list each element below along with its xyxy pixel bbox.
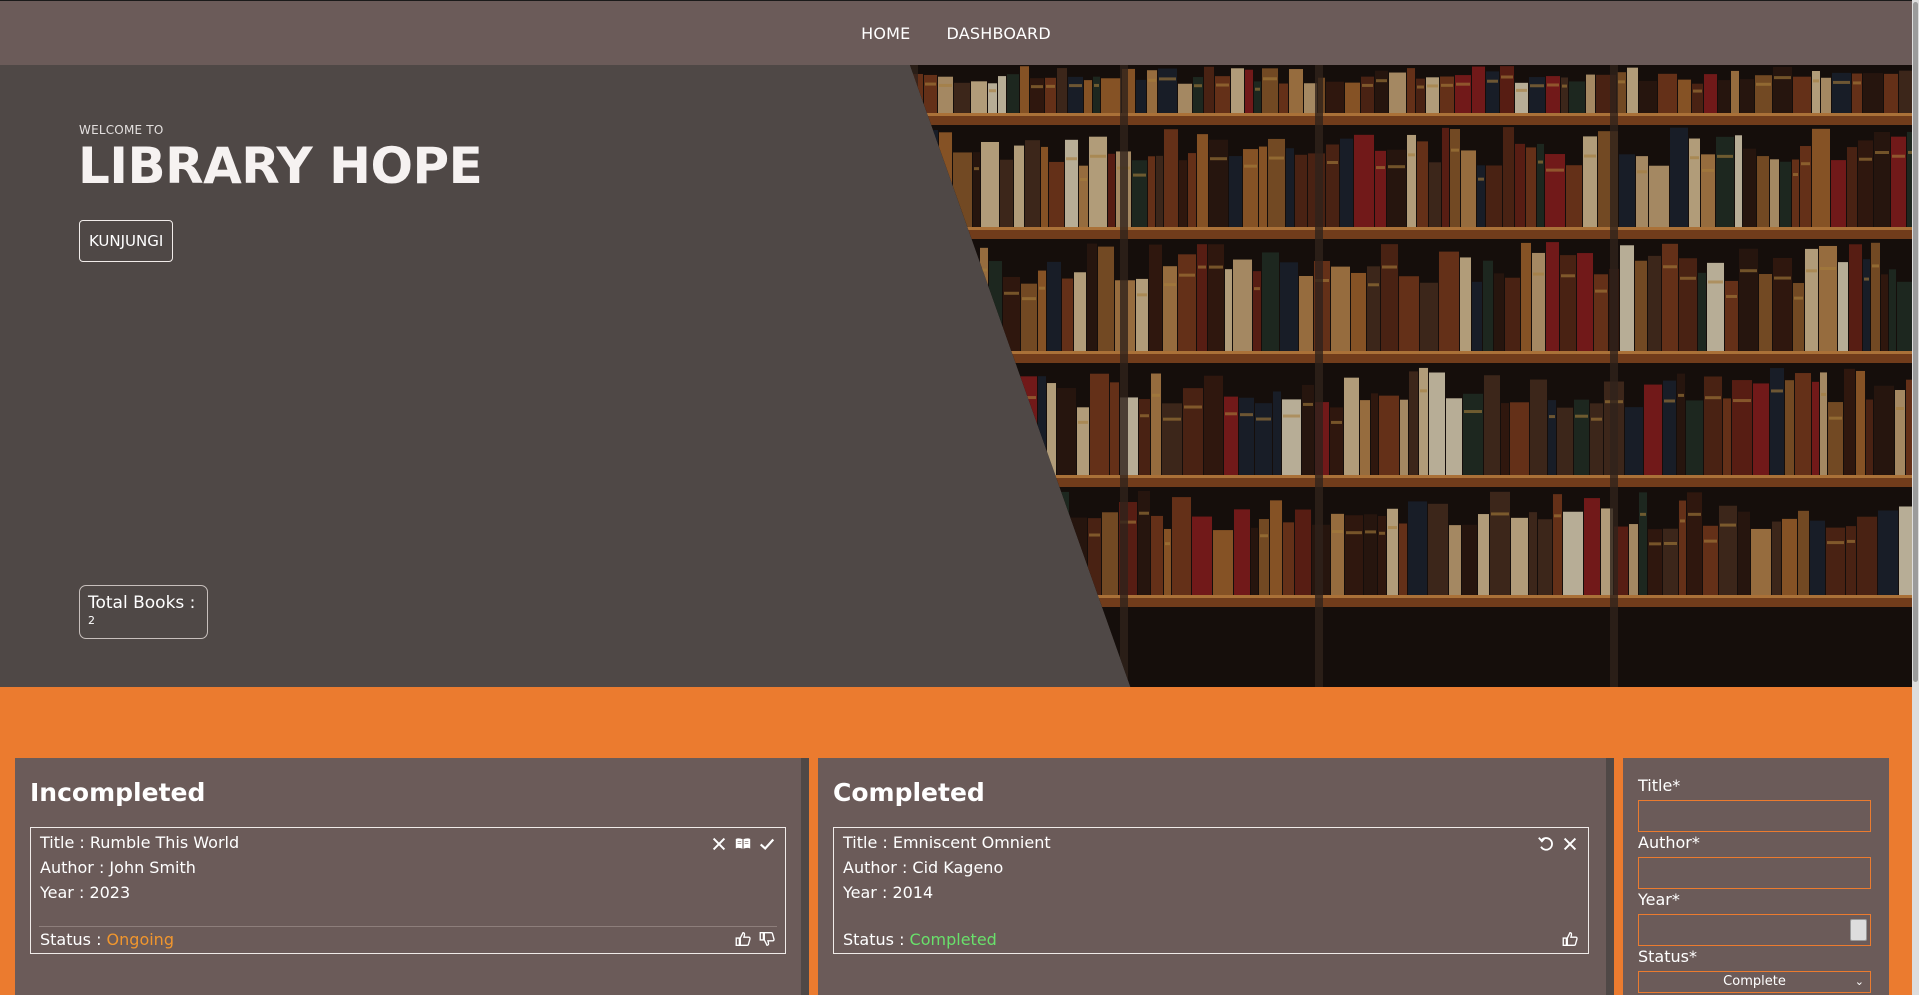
book-title: Title : Rumble This World (40, 833, 240, 852)
card-actions (1536, 834, 1580, 854)
author-input[interactable] (1638, 857, 1871, 889)
title-input[interactable] (1638, 800, 1871, 832)
undo-icon[interactable] (1536, 834, 1556, 854)
book-card: Title : Rumble This World Author : John … (30, 827, 786, 954)
status-label: Status* (1638, 947, 1697, 966)
status-value: Completed (909, 930, 997, 949)
status-label: Status : (40, 930, 107, 949)
completed-heading: Completed (833, 778, 985, 807)
status-label: Status : (843, 930, 910, 949)
book-status: Status : Completed (843, 930, 997, 949)
card-divider (39, 926, 777, 927)
year-label: Year* (1638, 890, 1680, 909)
page-scrollbar[interactable] (1912, 0, 1919, 995)
status-select[interactable]: Complete ⌄ (1638, 971, 1871, 993)
incompleted-heading: Incompleted (30, 778, 206, 807)
hero-section: WELCOME TO LIBRARY HOPE KUNJUNGI Total B… (0, 65, 1912, 687)
total-books-card: Total Books : 2 (79, 585, 208, 639)
add-book-form: Title* Author* Year* Status* Complete ⌄ (1623, 758, 1889, 995)
author-label: Author* (1638, 833, 1700, 852)
book-author: Author : Cid Kageno (843, 858, 1004, 877)
close-icon[interactable] (709, 834, 729, 854)
welcome-text: WELCOME TO (79, 123, 164, 137)
card-actions (709, 834, 777, 854)
book-status: Status : Ongoing (40, 930, 174, 949)
incompleted-panel: Incompleted Title : Rumble This World Au… (15, 758, 801, 995)
book-year: Year : 2023 (40, 883, 131, 902)
thumbs-down-icon[interactable] (757, 929, 777, 949)
year-stepper[interactable] (1850, 919, 1867, 941)
year-input[interactable] (1638, 914, 1871, 946)
vote-actions (1560, 929, 1580, 949)
completed-panel: Completed Title : Emniscent Omnient Auth… (818, 758, 1606, 995)
panel-separator (801, 758, 809, 995)
chevron-down-icon: ⌄ (1854, 975, 1864, 988)
vote-actions (733, 929, 777, 949)
bookshelf-image (910, 65, 1912, 687)
nav-home-link[interactable]: HOME (861, 24, 910, 43)
status-select-value: Complete (1723, 974, 1786, 989)
nav-dashboard-link[interactable]: DASHBOARD (946, 24, 1050, 43)
open-book-icon[interactable] (733, 834, 753, 854)
panel-separator (1606, 758, 1614, 995)
status-value: Ongoing (106, 930, 174, 949)
book-year: Year : 2014 (843, 883, 934, 902)
book-author: Author : John Smith (40, 858, 196, 877)
total-books-count: 2 (88, 614, 95, 627)
scrollbar-thumb[interactable] (1913, 2, 1918, 682)
book-card: Title : Emniscent Omnient Author : Cid K… (833, 827, 1589, 954)
total-books-label: Total Books : (88, 593, 196, 613)
site-title: LIBRARY HOPE (78, 137, 483, 195)
thumbs-up-icon[interactable] (733, 929, 753, 949)
check-icon[interactable] (757, 834, 777, 854)
book-title: Title : Emniscent Omnient (843, 833, 1051, 852)
thumbs-up-icon[interactable] (1560, 929, 1580, 949)
close-icon[interactable] (1560, 834, 1580, 854)
visit-button[interactable]: KUNJUNGI (79, 220, 174, 262)
top-navbar: HOME DASHBOARD (0, 0, 1912, 65)
title-label: Title* (1638, 776, 1681, 795)
